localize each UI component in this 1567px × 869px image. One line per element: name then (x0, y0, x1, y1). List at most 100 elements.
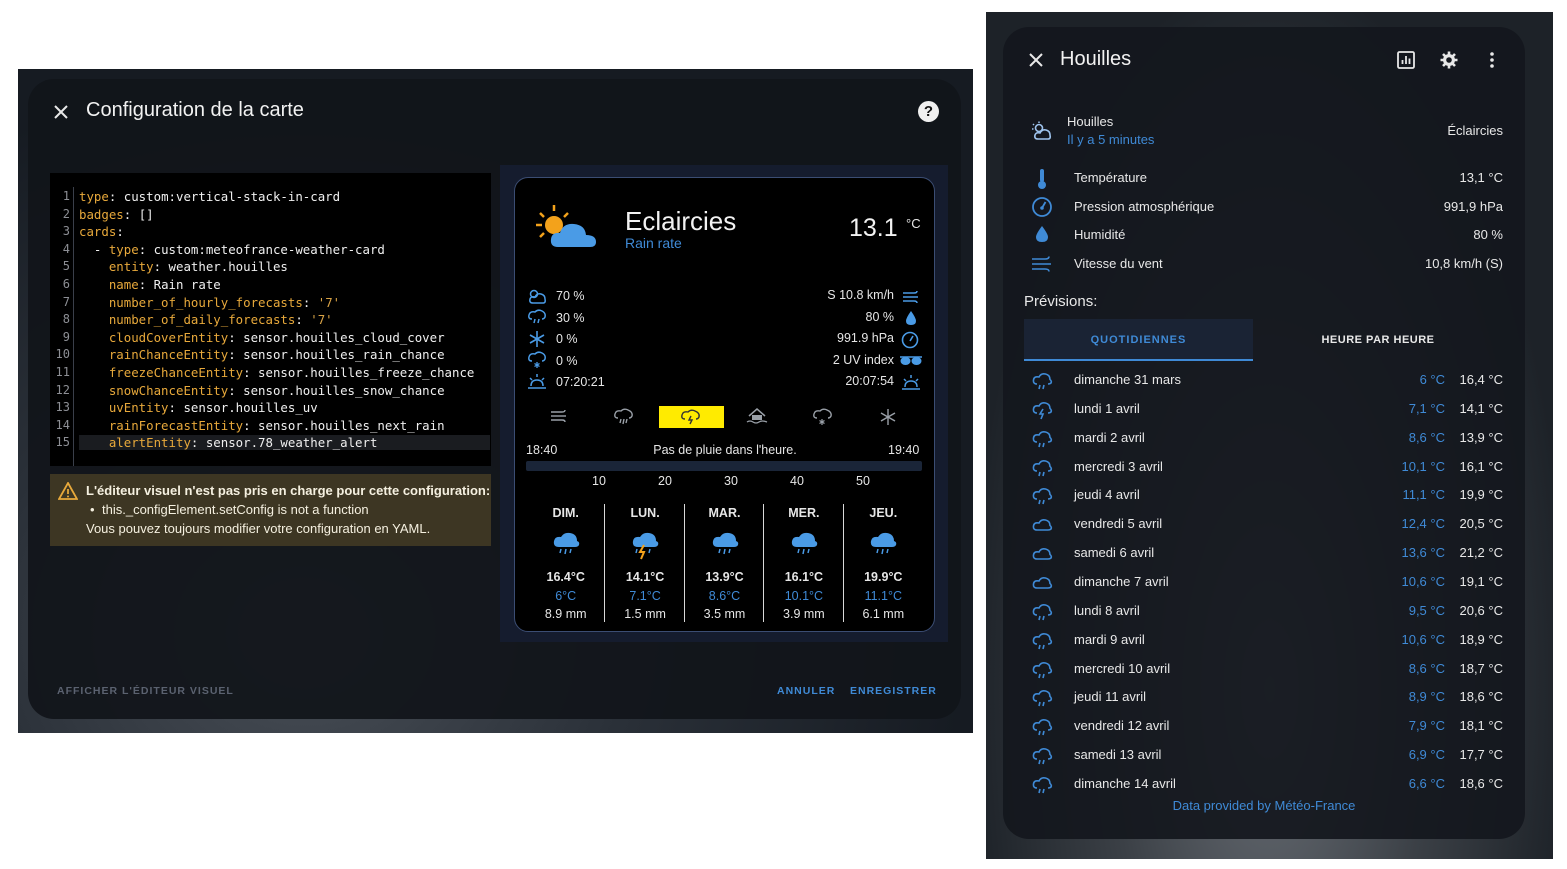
warning-title: L'éditeur visuel n'est pas pris en charg… (86, 483, 491, 498)
forecast-low: 7.1°C (629, 589, 661, 603)
code-value: sensor.houilles_freeze_chance (258, 365, 475, 380)
cloud-cover-value: 70 % (556, 289, 585, 303)
yaml-code-editor[interactable]: 1 type: custom:vertical-stack-in-card 2 bad… (50, 173, 491, 466)
code-key: name (108, 277, 139, 292)
line-number: 4 (62, 241, 70, 256)
forecast-high: 16,1 °C (1459, 458, 1503, 474)
snow-chance-value: 0 % (556, 354, 578, 368)
tab-hourly[interactable]: HEURE PAR HEURE (1260, 319, 1496, 361)
forecast-day: dimanche 31 mars (1074, 372, 1181, 387)
forecast-low: 10.1°C (784, 589, 824, 603)
code-key: uvEntity (108, 400, 169, 416)
close-icon[interactable] (50, 101, 72, 123)
thunderstorm-alert-icon (680, 408, 702, 426)
forecast-low: 10,6 °C (1401, 573, 1445, 589)
forecast-high: 17,7 °C (1459, 747, 1503, 763)
code-separator: : (243, 417, 259, 433)
cloud-icon (1031, 515, 1053, 533)
entity-state: Éclaircies (1447, 123, 1503, 138)
line-number: 12 (55, 382, 70, 397)
code-key: type (108, 241, 139, 257)
snow-ice-alert-icon (812, 408, 834, 426)
forecast-precipitation: 3.9 mm (783, 607, 825, 621)
freeze-chance-value: 0 % (556, 332, 578, 346)
forecast-day: lundi 8 avril (1074, 602, 1140, 618)
code-value: sensor.houilles_uv (183, 400, 318, 416)
code-indent: - (79, 241, 109, 257)
wind-value: S 10.8 km/h (827, 288, 894, 302)
warning-note: Vous pouvez toujours modifier votre conf… (86, 521, 431, 536)
code-separator: : (116, 224, 124, 240)
dialog-title: Houilles (1060, 48, 1132, 70)
save-button[interactable]: ENREGISTRER (850, 685, 937, 697)
card-condition: Eclaircies (625, 206, 737, 236)
line-number: 8 (62, 312, 70, 327)
show-visual-editor-button[interactable]: AFFICHER L'ÉDITEUR VISUEL (57, 685, 234, 697)
rain-tick-20: 20 (658, 474, 672, 488)
forecast-day-name: MER. (788, 506, 820, 520)
forecast-day: mardi 9 avril (1074, 631, 1145, 647)
cloud-icon (1031, 544, 1053, 562)
wind-icon (1031, 255, 1053, 273)
forecast-high: 19.9°C (864, 570, 903, 584)
more-vertical-icon[interactable] (1482, 50, 1502, 70)
rain-icon (709, 530, 741, 556)
code-line: snowChanceEntity: sensor.houilles_snow_c… (79, 383, 445, 398)
rain-chance-icon (527, 309, 547, 325)
line-number: 11 (55, 365, 70, 379)
line-number: 14 (55, 417, 70, 432)
forecast-low: 8,9 °C (1408, 689, 1445, 705)
attr-value: 10,8 km/h (S) (1424, 256, 1503, 271)
code-key: snowChanceEntity (108, 382, 229, 398)
snow-chance-icon (527, 351, 547, 369)
gear-icon[interactable] (1439, 50, 1459, 70)
code-key: cloudCoverEntity (108, 329, 229, 345)
help-icon[interactable]: ? (918, 101, 939, 122)
lightning-rain-icon (1031, 400, 1053, 420)
code-key: alertEntity (108, 435, 191, 451)
code-value: '7' (310, 312, 333, 328)
attr-value: 80 % (1473, 227, 1503, 242)
code-separator: : (190, 435, 206, 451)
code-line: cloudCoverEntity: sensor.houilles_cloud_… (79, 330, 445, 345)
tab-daily[interactable]: QUOTIDIENNES (1024, 319, 1253, 361)
forecast-day: vendredi 5 avril (1074, 516, 1163, 532)
sunset-icon (901, 374, 921, 392)
line-number: 7 (62, 294, 70, 309)
rain-icon (1031, 631, 1053, 651)
forecast-precipitation: 3.5 mm (703, 607, 746, 621)
line-number: 2 (62, 206, 70, 221)
line-number: 3 (62, 224, 70, 239)
forecast-day-name: JEU. (869, 506, 898, 520)
forecast-high: 18,6 °C (1459, 775, 1503, 791)
code-line: number_of_daily_forecasts: '7' (79, 312, 333, 327)
forecast-high: 16.4°C (546, 570, 585, 584)
forecast-high: 20,5 °C (1459, 516, 1503, 532)
sunrise-icon (527, 373, 547, 391)
forecast-column-divider (842, 504, 844, 622)
water-percent-icon (1034, 225, 1050, 243)
rain-forecast-bar (526, 461, 922, 471)
rain-forecast-text: Pas de pluie dans l'heure. (653, 443, 797, 457)
code-separator: : (138, 241, 154, 257)
forecast-low: 10,6 °C (1401, 631, 1445, 647)
forecast-low: 6°C (555, 589, 577, 603)
forecast-day: samedi 13 avril (1074, 747, 1162, 763)
forecast-high: 14,1 °C (1459, 400, 1503, 416)
history-chart-icon[interactable] (1396, 50, 1416, 70)
code-separator: : (228, 329, 244, 345)
forecast-precipitation: 8.9 mm (544, 607, 587, 621)
forecast-column-divider (604, 504, 606, 622)
forecast-high: 18,1 °C (1459, 718, 1503, 734)
close-icon[interactable] (1025, 49, 1047, 71)
sunrise-value: 07:20:21 (556, 375, 605, 389)
forecast-day-name: LUN. (630, 506, 660, 520)
code-separator: : (302, 294, 318, 310)
gauge-icon (1031, 196, 1053, 218)
cancel-button[interactable]: ANNULER (777, 685, 835, 697)
forecast-high: 21,2 °C (1459, 545, 1503, 561)
